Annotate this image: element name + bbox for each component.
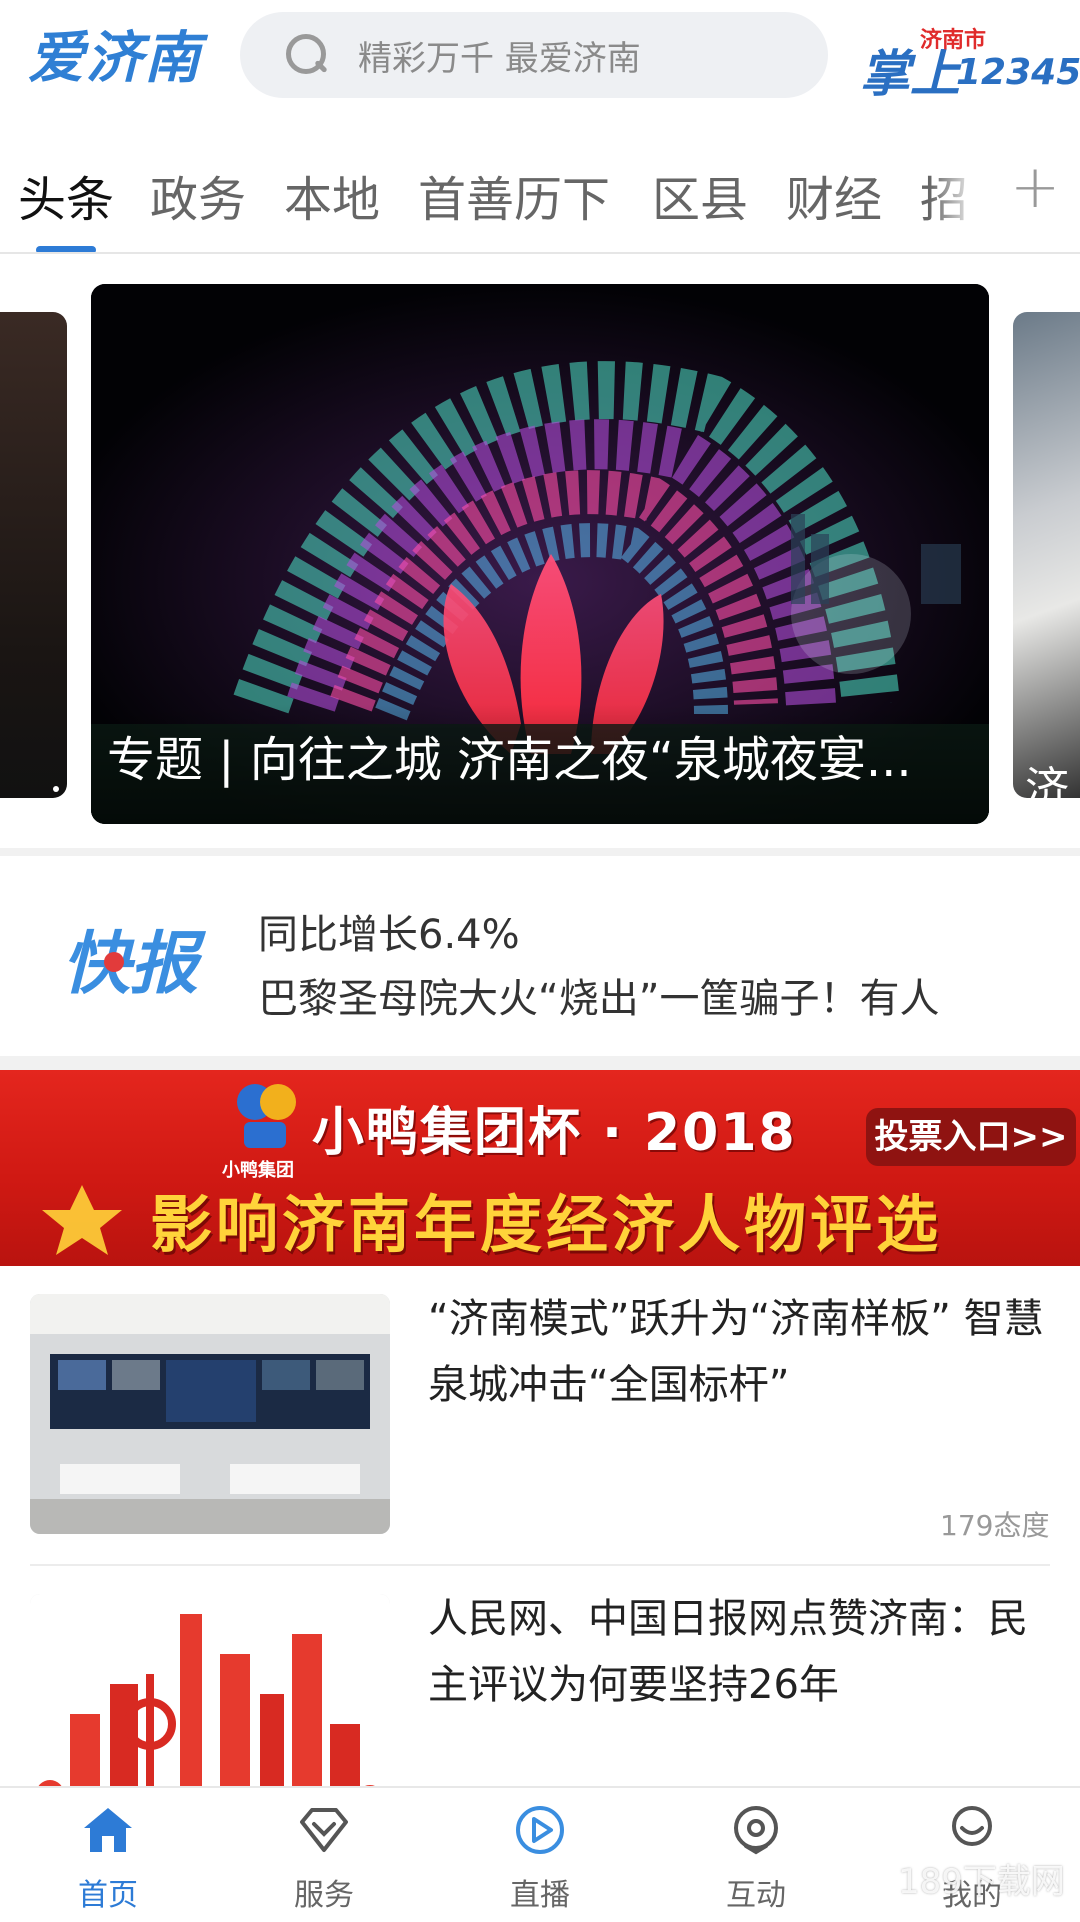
section-divider [0, 1056, 1080, 1070]
flash-logo-text: 快报 [62, 925, 199, 1004]
duck-mascot-icon [237, 1084, 296, 1148]
play-icon [516, 1806, 564, 1854]
flash-news-line-1[interactable]: 同比增长6.4% [258, 902, 520, 960]
nav-interact-label: 互动 [726, 1878, 786, 1913]
banner-subtitle: 影响济南年度经济人物评选 [150, 1188, 943, 1261]
banner-title: 小鸭集团杯 · 2018 [312, 1103, 797, 1163]
nav-live[interactable]: 直播 [432, 1788, 648, 1922]
nav-service[interactable]: 服务 [216, 1788, 432, 1922]
flash-news-ticker[interactable]: 快报 同比增长6.4% 巴黎圣母院大火“烧出”一筐骗子！有人 [0, 866, 1080, 1056]
tab-government[interactable]: 政务 [150, 160, 246, 230]
search-bar[interactable]: 精彩万千 最爱济南 [240, 12, 828, 98]
prev-slide-caption-dot [53, 786, 59, 792]
tab-headline[interactable]: 头条 [18, 160, 114, 230]
hotline-12345-logo[interactable]: 掌上 济南市 12345 [856, 20, 1080, 103]
site-watermark: 189下载网 [898, 1862, 1065, 1902]
nav-home-label: 首页 [78, 1878, 138, 1913]
tabs-fade [930, 118, 1010, 252]
emblem-icon [42, 1185, 122, 1255]
carousel-main-slide[interactable]: 专题 | 向往之城 济南之夜“泉城夜宴... [91, 284, 989, 824]
app-header: 爱济南 精彩万千 最爱济南 掌上 济南市 12345 [0, 0, 1080, 118]
flash-news-logo: 快报 [62, 908, 198, 1007]
control-room-image [30, 1294, 390, 1534]
search-icon [284, 32, 330, 78]
flash-news-line-2[interactable]: 巴黎圣母院大火“烧出”一筐骗子！有人 [258, 966, 939, 1024]
active-tab-indicator [36, 246, 96, 252]
diamond-icon [300, 1808, 348, 1852]
next-slide-caption: 济 [1025, 763, 1069, 798]
nav-interact[interactable]: 互动 [648, 1788, 864, 1922]
tab-lixia[interactable]: 首善历下 [418, 160, 610, 230]
app-logo[interactable]: 爱济南 [28, 24, 202, 94]
promo-banner[interactable]: 小鸭集团 小鸭集团杯 · 2018 投票入口>> 影响济南年度经济人物评选 [0, 1070, 1080, 1266]
tab-finance[interactable]: 财经 [786, 160, 882, 230]
tab-districts[interactable]: 区县 [652, 160, 748, 230]
news-item[interactable]: “济南模式”跃升为“济南样板” 智慧泉城冲击“全国标杆” 179态度 [0, 1266, 1080, 1566]
home-icon [84, 1808, 132, 1852]
carousel-next-slide[interactable]: 济 [1013, 312, 1080, 798]
tab-local[interactable]: 本地 [284, 160, 380, 230]
flash-logo-dot [104, 952, 124, 972]
user-icon [952, 1806, 992, 1846]
nav-home[interactable]: 首页 [0, 1788, 216, 1922]
add-channel-icon[interactable]: + [1010, 152, 1060, 222]
hotline-logo-city: 济南市 [920, 28, 987, 53]
news-attitude-count: 179态度 [940, 1509, 1050, 1542]
news-item[interactable]: 人民网、中国日报网点赞济南：民主评议为何要坚持26年 [0, 1566, 1080, 1834]
carousel-prev-slide[interactable] [0, 312, 67, 798]
nav-live-label: 直播 [510, 1878, 570, 1913]
news-thumbnail [30, 1294, 390, 1534]
featured-carousel[interactable]: 专题 | 向往之城 济南之夜“泉城夜宴... 济 [0, 256, 1080, 856]
carousel-caption: 专题 | 向往之城 济南之夜“泉城夜宴... [107, 732, 912, 788]
channel-tabs: 头条 政务 本地 首善历下 区县 财经 招 + [0, 118, 1080, 254]
location-pin-icon [734, 1806, 778, 1855]
news-title[interactable]: 人民网、中国日报网点赞济南：民主评议为何要坚持26年 [428, 1586, 1048, 1718]
nav-service-label: 服务 [294, 1878, 354, 1913]
news-title[interactable]: “济南模式”跃升为“济南样板” 智慧泉城冲击“全国标杆” [428, 1286, 1048, 1418]
vote-entry-button[interactable]: 投票入口>> [866, 1108, 1076, 1166]
search-placeholder: 精彩万千 最爱济南 [358, 38, 641, 79]
hotline-logo-number: 12345 [956, 52, 1080, 93]
